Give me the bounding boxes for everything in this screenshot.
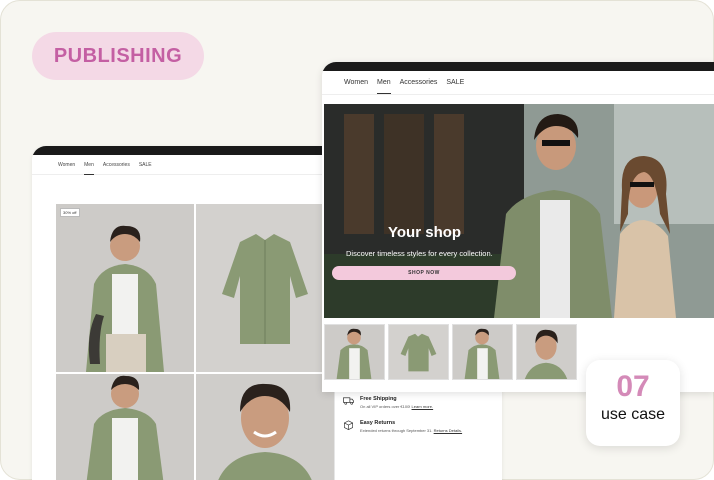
shipping-text: On all VIP orders over €100! bbox=[360, 404, 411, 409]
nav-item-sale[interactable]: SALE bbox=[139, 162, 152, 168]
info-column: Free Shipping On all VIP orders over €10… bbox=[334, 386, 502, 480]
use-case-card: 07 use case bbox=[586, 360, 680, 446]
product-image-shirt[interactable] bbox=[196, 204, 334, 372]
browser-top-bar bbox=[322, 62, 714, 71]
use-case-label: use case bbox=[600, 406, 666, 423]
nav-item-accessories[interactable]: Accessories bbox=[103, 162, 130, 168]
shipping-info: Free Shipping On all VIP orders over €10… bbox=[343, 396, 433, 409]
hero-title: Your shop bbox=[388, 224, 462, 241]
box-icon bbox=[344, 420, 353, 430]
category-pill: PUBLISHING bbox=[32, 32, 204, 80]
category-pill-label: PUBLISHING bbox=[53, 44, 183, 67]
use-case-number: 07 bbox=[616, 370, 650, 403]
shipping-title: Free Shipping bbox=[360, 396, 397, 402]
front-nav-bar: Women Men Accessories SALE bbox=[322, 71, 714, 95]
product-image-model[interactable]: 30% off bbox=[56, 204, 194, 372]
product-image-closeup[interactable] bbox=[196, 374, 334, 480]
thumbnail-model-2[interactable] bbox=[452, 324, 513, 380]
nav-item-sale[interactable]: SALE bbox=[446, 79, 464, 86]
nav-item-men[interactable]: Men bbox=[377, 79, 391, 94]
hero-subtitle: Discover timeless styles for every colle… bbox=[346, 249, 493, 258]
nav-item-accessories[interactable]: Accessories bbox=[400, 79, 438, 86]
returns-info: Easy Returns Extended returns through Se… bbox=[343, 420, 462, 433]
thumbnail-closeup[interactable] bbox=[516, 324, 577, 380]
thumbnail-shirt[interactable] bbox=[388, 324, 449, 380]
shipping-link[interactable]: Learn more. bbox=[412, 404, 434, 409]
returns-title: Easy Returns bbox=[360, 420, 396, 426]
nav-item-men[interactable]: Men bbox=[84, 162, 94, 175]
nav-item-women[interactable]: Women bbox=[344, 79, 368, 86]
thumbnail-model[interactable] bbox=[324, 324, 385, 380]
returns-link[interactable]: Returns Details. bbox=[434, 428, 462, 433]
discount-badge: 30% off bbox=[60, 208, 80, 217]
hero-image bbox=[324, 104, 714, 318]
returns-text: Extended returns through September 31. bbox=[360, 428, 433, 433]
shop-now-button[interactable]: SHOP NOW bbox=[332, 266, 516, 280]
truck-icon bbox=[343, 397, 354, 405]
hero-banner: Your shop Discover timeless styles for e… bbox=[324, 104, 714, 318]
front-browser-window: Women Men Accessories SALE Your shop Dis… bbox=[322, 62, 714, 392]
product-image-model-2[interactable] bbox=[56, 374, 194, 480]
nav-item-women[interactable]: Women bbox=[58, 162, 75, 168]
